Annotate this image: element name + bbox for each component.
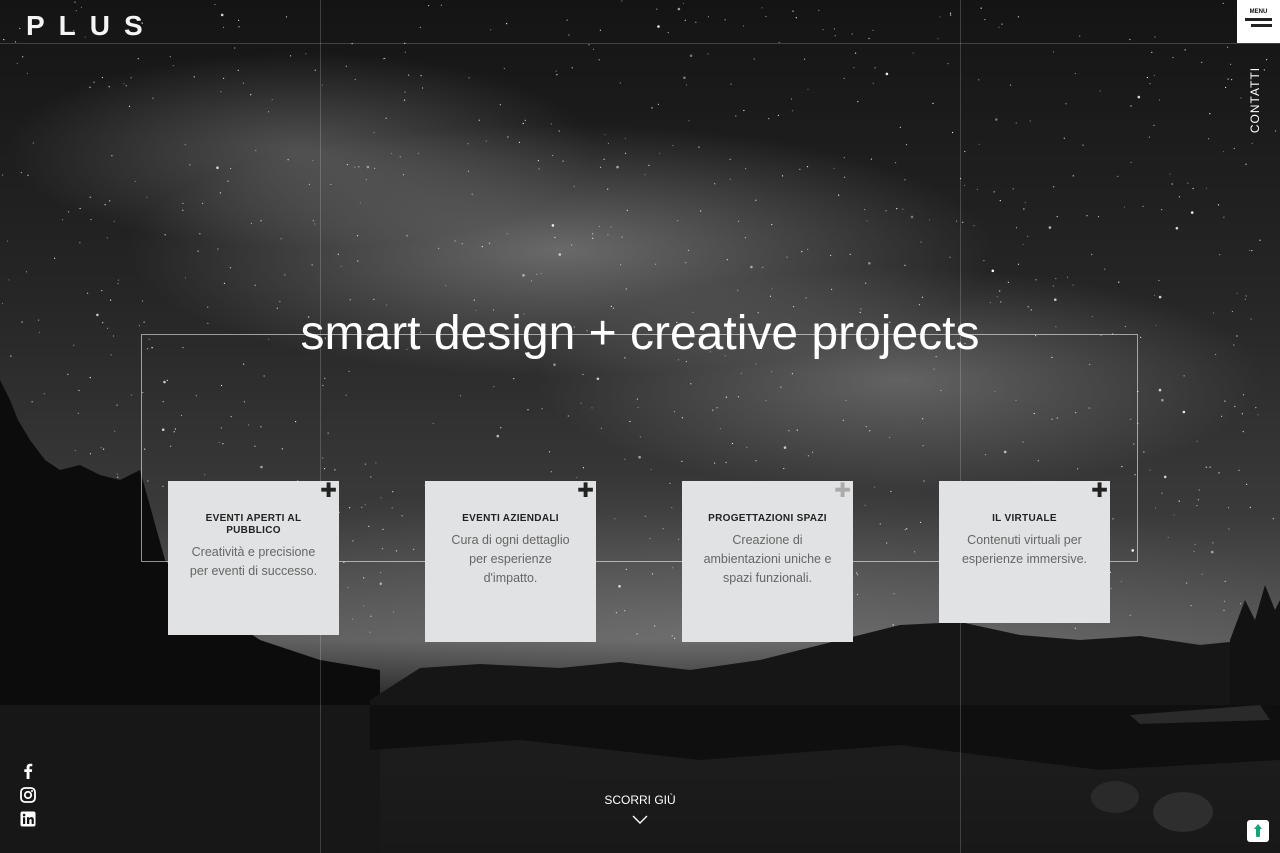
service-description: Contenuti virtuali per esperienze immers… <box>961 533 1088 566</box>
header-divider <box>0 43 1280 44</box>
service-card-eventi-aziendali[interactable]: ✚ EVENTI AZIENDALI Cura di ogni dettagli… <box>425 480 596 642</box>
service-title: EVENTI APERTI AL PUBBLICO <box>205 513 302 536</box>
scroll-down-label: SCORRI GIÙ <box>604 793 676 807</box>
service-description: Creazione di ambientazioni uniche e spaz… <box>703 533 832 585</box>
logo[interactable]: PLUS <box>26 10 157 42</box>
chevron-down-icon <box>632 815 648 824</box>
plus-icon[interactable]: ✚ <box>320 480 337 500</box>
hamburger-icon-bar <box>1251 24 1272 27</box>
plus-icon[interactable]: ✚ <box>577 480 594 500</box>
service-title: PROGETTAZIONI SPAZI <box>708 513 827 524</box>
scroll-down-link[interactable]: SCORRI GIÙ <box>590 793 690 829</box>
linkedin-icon[interactable] <box>20 811 36 827</box>
service-card-progettazioni-spazi[interactable]: ✚ PROGETTAZIONI SPAZI Creazione di ambie… <box>682 480 853 642</box>
hero-headline: smart design + creative projects <box>0 306 1280 361</box>
menu-label: MENU <box>1249 9 1268 15</box>
service-description: Creatività e precisione per eventi di su… <box>189 545 318 578</box>
service-card-il-virtuale[interactable]: ✚ IL VIRTUALE Contenuti virtuali per esp… <box>939 480 1110 623</box>
hero-headline-text: smart design + creative projects <box>300 307 980 360</box>
plus-icon[interactable]: ✚ <box>834 480 851 500</box>
service-description: Cura di ogni dettaglio per esperienze d'… <box>451 533 570 585</box>
service-title: EVENTI AZIENDALI <box>462 513 559 524</box>
plus-icon[interactable]: ✚ <box>1091 480 1108 500</box>
service-title: IL VIRTUALE <box>992 513 1057 524</box>
accessibility-icon <box>1254 824 1262 837</box>
hamburger-icon <box>1245 18 1272 21</box>
service-card-eventi-pubblico[interactable]: ✚ EVENTI APERTI AL PUBBLICO Creatività e… <box>168 480 339 635</box>
accessibility-badge[interactable] <box>1247 820 1269 842</box>
facebook-icon[interactable] <box>20 763 36 779</box>
contact-link[interactable]: CONTATTI <box>1240 65 1270 135</box>
instagram-icon[interactable] <box>20 787 36 803</box>
menu-button[interactable]: MENU <box>1237 0 1280 43</box>
contact-label: CONTATTI <box>1248 66 1262 134</box>
